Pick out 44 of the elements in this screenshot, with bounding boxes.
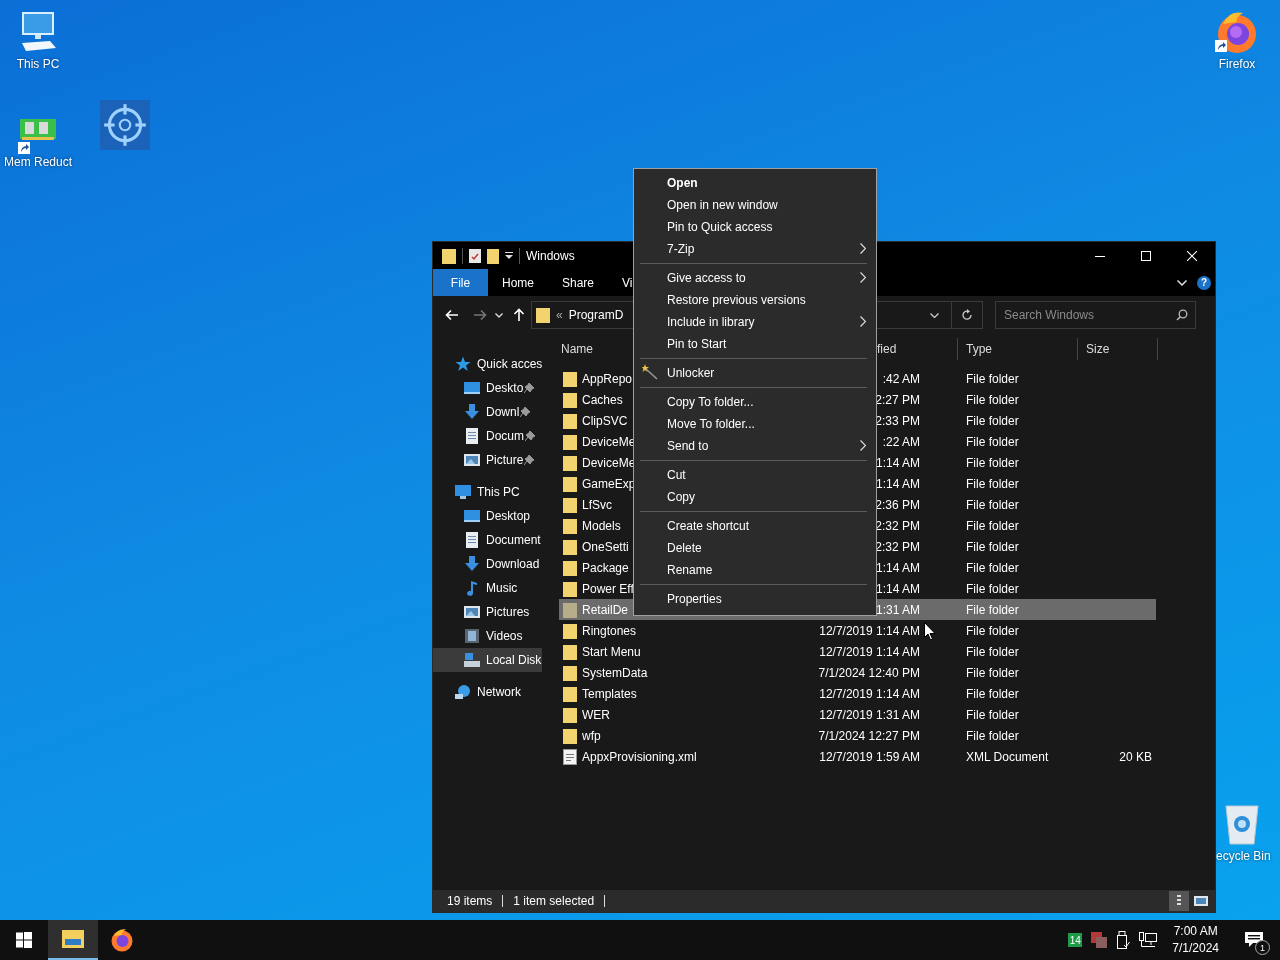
status-text: 1 item selected bbox=[513, 895, 606, 907]
status-text: 19 items bbox=[447, 895, 504, 907]
notification-count: 1 bbox=[1255, 940, 1270, 955]
type-cell: File folder bbox=[966, 371, 1019, 386]
date-cell: 7/1/2024 12:40 PM bbox=[818, 665, 920, 680]
type-cell: File folder bbox=[966, 581, 1019, 596]
date-cell: 1:14 AM bbox=[875, 560, 920, 575]
date-cell: 12/7/2019 1:31 AM bbox=[819, 707, 920, 722]
type-cell: File folder bbox=[966, 623, 1019, 638]
type-cell: File folder bbox=[966, 455, 1019, 470]
date-cell: 12/7/2019 1:59 AM bbox=[819, 749, 920, 764]
size-cell: 20 KB bbox=[1119, 749, 1152, 764]
type-cell: File folder bbox=[966, 476, 1019, 491]
type-cell: XML Document bbox=[966, 749, 1049, 764]
icon-label: Mem Reduct bbox=[4, 154, 72, 170]
type-cell: File folder bbox=[966, 539, 1019, 554]
type-cell: File folder bbox=[966, 707, 1019, 722]
date-cell: 12/7/2019 1:14 AM bbox=[819, 644, 920, 659]
date-cell: 7/1/2024 12:27 PM bbox=[818, 728, 920, 743]
type-cell: File folder bbox=[966, 518, 1019, 533]
date-cell: 1:31 AM bbox=[875, 602, 920, 617]
date-cell: 12/7/2019 1:14 AM bbox=[819, 686, 920, 701]
type-cell: File folder bbox=[966, 728, 1019, 743]
type-cell: File folder bbox=[966, 644, 1019, 659]
type-cell: File folder bbox=[966, 602, 1019, 617]
type-cell: File folder bbox=[966, 392, 1019, 407]
date-cell: 1:14 AM bbox=[875, 476, 920, 491]
icon-label: ecycle Bin bbox=[1216, 848, 1271, 864]
type-cell: File folder bbox=[966, 560, 1019, 575]
date-cell: 1:14 AM bbox=[875, 455, 920, 470]
window-title: Windows bbox=[526, 248, 575, 263]
icon-label: Firefox bbox=[1218, 56, 1256, 72]
time-text: 7:00 AM bbox=[1173, 923, 1218, 940]
date-cell: 1:14 AM bbox=[875, 581, 920, 596]
type-cell: File folder bbox=[966, 665, 1019, 680]
date-cell: :42 AM bbox=[882, 371, 920, 386]
type-cell: File folder bbox=[966, 434, 1019, 449]
type-cell: File folder bbox=[966, 413, 1019, 428]
type-cell: File folder bbox=[966, 497, 1019, 512]
type-cell: File folder bbox=[966, 686, 1019, 701]
date-cell: 12/7/2019 1:14 AM bbox=[819, 623, 920, 638]
icon-label: This PC bbox=[16, 56, 60, 72]
date-text: 7/1/2024 bbox=[1172, 940, 1219, 957]
date-cell: :22 AM bbox=[882, 434, 920, 449]
